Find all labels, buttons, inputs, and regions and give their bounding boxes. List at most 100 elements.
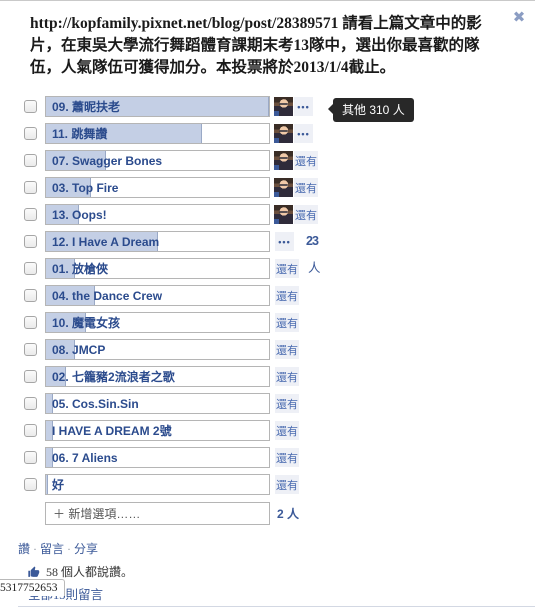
- poll-option-checkbox[interactable]: [24, 370, 37, 383]
- poll-option-bar[interactable]: 08. JMCP: [45, 339, 270, 360]
- add-option-row: ＋ 新增選項…… 2 人: [0, 498, 535, 528]
- poll-option-bar[interactable]: 02. 七籠豬2流浪者之歌: [45, 366, 270, 387]
- share-link[interactable]: 分享: [74, 542, 98, 556]
- more-voters-label[interactable]: 還有: [294, 178, 318, 197]
- more-voters-label[interactable]: 還有: [275, 286, 299, 305]
- poll-option-bar[interactable]: 07. Swagger Bones: [45, 150, 270, 171]
- action-separator-1: ·: [33, 542, 38, 556]
- poll-option-checkbox[interactable]: [24, 478, 37, 491]
- poll-option-checkbox[interactable]: [24, 316, 37, 329]
- likes-summary: 58 個人都說讚。: [18, 563, 535, 580]
- poll-option-row: 07. Swagger Bones 還有: [0, 147, 535, 174]
- vote-count-unit: 人: [308, 261, 321, 275]
- like-link[interactable]: 讚: [18, 542, 30, 556]
- poll-option-bar[interactable]: 12. I Have A Dream: [45, 231, 270, 252]
- action-separator-2: ·: [67, 542, 72, 556]
- poll-option-row: 12. I Have A Dream •••: [0, 228, 535, 255]
- more-voters-label[interactable]: 還有: [275, 448, 299, 467]
- poll-option-bar[interactable]: 06. 7 Aliens: [45, 447, 270, 468]
- poll-option-bar[interactable]: 13. Oops!: [45, 204, 270, 225]
- poll-option-bar[interactable]: 03. Top Fire: [45, 177, 270, 198]
- more-voters-label[interactable]: 還有: [275, 367, 299, 386]
- comment-link[interactable]: 留言: [40, 542, 64, 556]
- view-all-comments-link[interactable]: 全部13則留言: [18, 584, 535, 607]
- poll-option-row: I HAVE A DREAM 2號 還有: [0, 417, 535, 444]
- poll-option-checkbox[interactable]: [24, 397, 37, 410]
- poll-option-label: 13. Oops!: [52, 207, 107, 222]
- poll-option-bar[interactable]: I HAVE A DREAM 2號: [45, 420, 270, 441]
- voter-avatar[interactable]: [274, 205, 293, 224]
- voter-avatar[interactable]: [274, 151, 293, 170]
- more-voters-label[interactable]: 還有: [275, 394, 299, 413]
- poll-option-bar[interactable]: 10. 魔電女孩: [45, 312, 270, 333]
- poll-option-row: 02. 七籠豬2流浪者之歌 還有: [0, 363, 535, 390]
- poll-option-voters: 還有: [274, 312, 299, 333]
- poll-option-voters: 還有: [274, 150, 318, 171]
- vote-count-number: 23: [306, 234, 319, 248]
- poll-option-checkbox[interactable]: [24, 127, 37, 140]
- poll-option-row: 11. 跳舞讚 •••: [0, 120, 535, 147]
- poll-option-bar[interactable]: 09. 蕭昵扶老: [45, 96, 270, 117]
- poll-option-voters: 還有: [274, 339, 299, 360]
- poll-option-voters: •••: [274, 123, 313, 144]
- poll-option-voters: 還有: [274, 366, 299, 387]
- poll-option-checkbox[interactable]: [24, 181, 37, 194]
- poll-option-voters: 還有: [274, 420, 299, 441]
- add-option-input[interactable]: ＋ 新增選項……: [45, 501, 270, 525]
- poll-option-label: 10. 魔電女孩: [52, 316, 121, 330]
- thumbs-up-icon: [28, 565, 41, 578]
- more-voters-label[interactable]: 還有: [275, 340, 299, 359]
- poll-option-voters: 還有: [274, 258, 299, 279]
- poll-option-label: I HAVE A DREAM 2號: [52, 424, 172, 438]
- poll-option-bar[interactable]: 01. 放槍俠: [45, 258, 270, 279]
- poll-option-checkbox[interactable]: [24, 262, 37, 275]
- poll-option-label: 08. JMCP: [52, 342, 106, 357]
- story-footer: 讚 · 留言 · 分享 58 個人都說讚。 全部13則留言: [0, 541, 535, 607]
- more-voters-dots-button[interactable]: •••: [294, 124, 313, 143]
- poll-option-row: 09. 蕭昵扶老 •••: [0, 93, 535, 120]
- voter-avatar[interactable]: [274, 97, 293, 116]
- more-voters-label[interactable]: 還有: [275, 259, 299, 278]
- poll-options-list: 09. 蕭昵扶老 ••• 11. 跳舞讚 ••• 07. Swagger Bones 還有…: [0, 93, 535, 528]
- more-voters-label[interactable]: 還有: [275, 313, 299, 332]
- more-voters-label[interactable]: 還有: [294, 205, 318, 224]
- poll-option-bar[interactable]: 好: [45, 474, 270, 495]
- poll-option-voters: 還有: [274, 474, 299, 495]
- poll-option-row: 06. 7 Aliens 還有: [0, 444, 535, 471]
- more-voters-label[interactable]: 還有: [275, 475, 299, 494]
- poll-option-checkbox[interactable]: [24, 154, 37, 167]
- more-voters-dots-button[interactable]: •••: [275, 232, 294, 251]
- voter-avatar[interactable]: [274, 124, 293, 143]
- poll-option-checkbox[interactable]: [24, 208, 37, 221]
- poll-option-checkbox[interactable]: [24, 451, 37, 464]
- poll-option-row: 03. Top Fire 還有: [0, 174, 535, 201]
- poll-option-label: 02. 七籠豬2流浪者之歌: [52, 370, 175, 384]
- poll-option-checkbox[interactable]: [24, 343, 37, 356]
- poll-option-label: 09. 蕭昵扶老: [52, 100, 121, 114]
- poll-option-voters: 還有: [274, 285, 299, 306]
- close-icon[interactable]: ✖: [511, 9, 527, 25]
- poll-option-checkbox[interactable]: [24, 289, 37, 302]
- poll-option-bar[interactable]: 05. Cos.Sin.Sin: [45, 393, 270, 414]
- poll-option-bar-fill: [46, 475, 49, 494]
- more-voters-label[interactable]: 還有: [275, 421, 299, 440]
- poll-option-label: 07. Swagger Bones: [52, 153, 163, 168]
- voter-avatar[interactable]: [274, 178, 293, 197]
- poll-option-label: 05. Cos.Sin.Sin: [52, 396, 139, 411]
- poll-option-checkbox[interactable]: [24, 100, 37, 113]
- poll-option-label: 06. 7 Aliens: [52, 450, 118, 465]
- poll-option-label: 01. 放槍俠: [52, 262, 109, 276]
- poll-option-row: 05. Cos.Sin.Sin 還有: [0, 390, 535, 417]
- poll-option-row: 08. JMCP 還有: [0, 336, 535, 363]
- more-voters-dots-button[interactable]: •••: [294, 97, 313, 116]
- more-voters-label[interactable]: 還有: [294, 151, 318, 170]
- story-actions: 讚 · 留言 · 分享: [18, 541, 535, 557]
- poll-option-checkbox[interactable]: [24, 235, 37, 248]
- poll-option-checkbox[interactable]: [24, 424, 37, 437]
- poll-option-label: 04. the Dance Crew: [52, 288, 163, 303]
- poll-option-row: 10. 魔電女孩 還有: [0, 309, 535, 336]
- poll-option-bar[interactable]: 11. 跳舞讚: [45, 123, 270, 144]
- poll-option-row: 好 還有: [0, 471, 535, 498]
- story-header: http://kopfamily.pixnet.net/blog/post/28…: [0, 1, 535, 83]
- poll-option-bar[interactable]: 04. the Dance Crew: [45, 285, 270, 306]
